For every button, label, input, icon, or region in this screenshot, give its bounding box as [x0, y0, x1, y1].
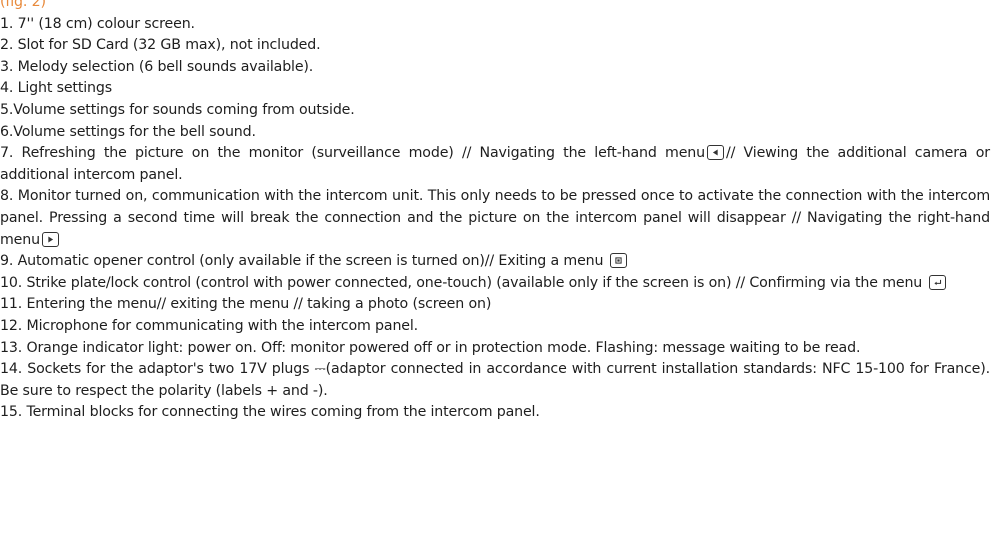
- list-item-4: 4. Light settings: [0, 80, 112, 97]
- figure-label: (fig. 2): [0, 0, 46, 10]
- list-item-6: 6.Volume settings for the bell sound.: [0, 123, 256, 140]
- list-item-5: 5.Volume settings for sounds coming from…: [0, 101, 355, 118]
- exit-key-icon: [609, 253, 627, 269]
- left-arrow-key-icon: [706, 145, 724, 161]
- dc-symbol-icon: ⎓: [314, 361, 326, 378]
- list-item-15: 15. Terminal blocks for connecting the w…: [0, 404, 540, 421]
- list-item-8: 8. Monitor turned on, communication with…: [0, 186, 990, 251]
- list-item-10-text: 10. Strike plate/lock control (control w…: [0, 274, 923, 291]
- list-item-9-text: 9. Automatic opener control (only availa…: [0, 253, 604, 270]
- enter-key-icon: [928, 274, 946, 290]
- list-item-7: 7. Refreshing the picture on the monitor…: [0, 143, 990, 186]
- list-item-9: 9. Automatic opener control (only availa…: [0, 251, 990, 273]
- list-item-2: 2. Slot for SD Card (32 GB max), not inc…: [0, 37, 321, 54]
- right-arrow-key-icon: [41, 231, 59, 247]
- list-item-7-text-a: 7. Refreshing the picture on the monitor…: [0, 145, 705, 162]
- list-item-10: 10. Strike plate/lock control (control w…: [0, 273, 990, 295]
- figure-caption-line: (fig. 2): [0, 0, 990, 14]
- list-item-12: 12. Microphone for communicating with th…: [0, 317, 419, 334]
- list-item-13: 13. Orange indicator light: power on. Of…: [0, 339, 861, 356]
- list-item-14-text-a: 14. Sockets for the adaptor's two 17V pl…: [0, 361, 310, 378]
- document-body: (fig. 2) 1. 7'' (18 cm) colour screen. 2…: [0, 0, 990, 424]
- list-item-3: 3. Melody selection (6 bell sounds avail…: [0, 58, 314, 75]
- list-item-11: 11. Entering the menu// exiting the menu…: [0, 296, 492, 313]
- list-item-1: 1. 7'' (18 cm) colour screen.: [0, 15, 195, 32]
- list-item-8-text: 8. Monitor turned on, communication with…: [0, 188, 990, 248]
- list-item-14: 14. Sockets for the adaptor's two 17V pl…: [0, 359, 990, 402]
